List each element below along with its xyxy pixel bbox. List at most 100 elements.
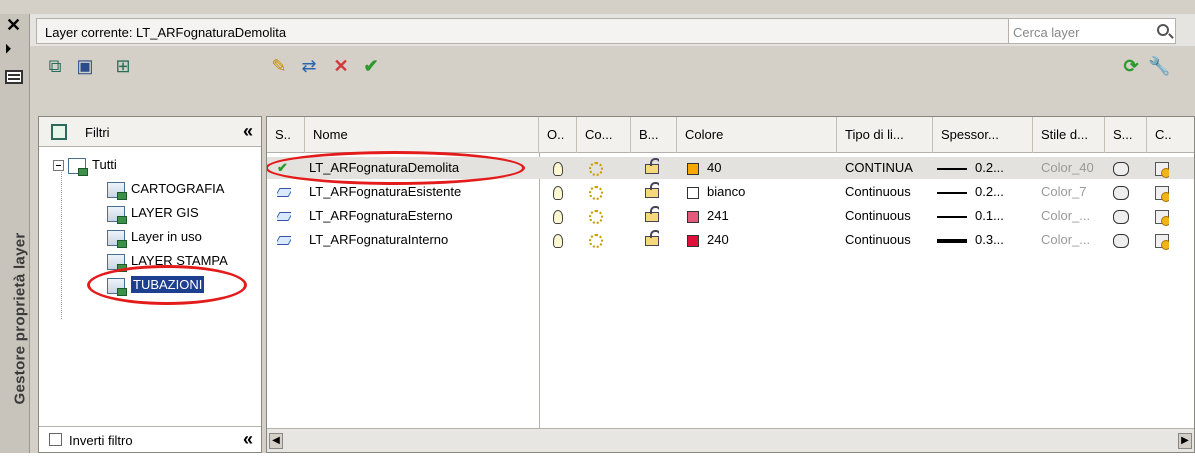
vp-freeze-icon[interactable] (1155, 233, 1169, 250)
tree-node-tutti[interactable]: Tutti (53, 155, 117, 176)
col-vp[interactable]: C.. (1147, 117, 1194, 153)
col-on[interactable]: O.. (539, 117, 577, 153)
autohide-icon[interactable]: ⏵ (5, 42, 11, 57)
palette-title: Gestore proprietà layer (11, 232, 29, 405)
new-group-filter-icon[interactable]: ▣ (74, 56, 96, 76)
color-swatch[interactable] (687, 162, 699, 175)
vp-freeze-icon[interactable] (1155, 161, 1169, 178)
refresh-icon[interactable]: ⟳ (1120, 56, 1142, 76)
filter-icon (51, 124, 67, 140)
on-bulb-icon[interactable] (553, 161, 563, 176)
plot-style: Color_... (1041, 208, 1091, 223)
new-vp-frozen-layer-icon[interactable]: ⇄ (298, 56, 320, 76)
invert-filter-checkbox[interactable] (49, 433, 62, 446)
layer-row[interactable]: LT_ARFognaturaEsistente bianco Continuou… (267, 181, 1194, 203)
printer-icon[interactable] (1113, 209, 1129, 224)
toolbar: ⧉ ▣ ⊞ ✎ ⇄ ✕ ✔ ⟳ 🔧 (30, 46, 1195, 86)
tree-node-tubazioni[interactable]: TUBAZIONI (107, 275, 205, 296)
horizontal-scrollbar[interactable]: ◀ ▶ (267, 428, 1194, 452)
settings-icon[interactable]: 🔧 (1148, 56, 1170, 76)
group-filter-icon (107, 181, 127, 200)
layer-name: LT_ARFognaturaDemolita (309, 160, 460, 175)
new-layer-icon[interactable]: ✎ (268, 56, 290, 76)
layer-status-icon (277, 236, 291, 246)
linetype[interactable]: Continuous (845, 229, 911, 251)
layers-list: S.. Nome O.. Co... B... Colore Tipo di l… (266, 116, 1195, 453)
col-name[interactable]: Nome (305, 117, 539, 153)
thaw-sun-icon[interactable] (589, 161, 603, 176)
tree-node-label: TUBAZIONI (131, 276, 205, 293)
col-status[interactable]: S.. (267, 117, 305, 153)
color-swatch[interactable] (687, 186, 699, 199)
layer-row[interactable]: LT_ARFognaturaInterno 240 Continuous 0.3… (267, 229, 1194, 251)
lineweight[interactable]: 0.1... (975, 208, 1004, 223)
new-property-filter-icon[interactable]: ⧉ (44, 56, 66, 76)
printer-icon[interactable] (1113, 233, 1129, 248)
col-freeze[interactable]: Co... (577, 117, 631, 153)
set-current-icon[interactable]: ✔ (360, 56, 382, 76)
unlock-icon[interactable] (645, 181, 659, 198)
scroll-right-icon[interactable]: ▶ (1178, 433, 1192, 449)
search-placeholder: Cerca layer (1013, 25, 1080, 40)
thaw-sun-icon[interactable] (589, 185, 603, 200)
linetype[interactable]: Continuous (845, 205, 911, 227)
printer-icon[interactable] (1113, 185, 1129, 200)
tree-node-layer-in-uso[interactable]: Layer in uso (107, 227, 202, 248)
collapse-expander-icon[interactable] (53, 160, 64, 172)
col-lineweight[interactable]: Spessor... (933, 117, 1033, 153)
tree-node-layer-stampa[interactable]: LAYER STAMPA (107, 251, 228, 272)
filters-title: Filtri (85, 125, 110, 140)
filters-pane: Filtri « Tutti CARTOGRAFIA LAYER GIS Lay… (38, 116, 262, 453)
col-plotstyle[interactable]: Stile d... (1033, 117, 1105, 153)
col-plot[interactable]: S... (1105, 117, 1147, 153)
thaw-sun-icon[interactable] (589, 209, 603, 224)
vp-freeze-icon[interactable] (1155, 185, 1169, 202)
tree-node-label: Tutti (92, 157, 117, 172)
properties-icon[interactable] (5, 70, 23, 84)
layer-status-icon (277, 188, 291, 198)
col-linetype[interactable]: Tipo di li... (837, 117, 933, 153)
tree-node-layer-gis[interactable]: LAYER GIS (107, 203, 199, 224)
linetype[interactable]: CONTINUA (845, 157, 913, 179)
on-bulb-icon[interactable] (553, 233, 563, 248)
on-bulb-icon[interactable] (553, 185, 563, 200)
close-icon[interactable]: ✕ (6, 16, 21, 34)
delete-layer-icon[interactable]: ✕ (330, 56, 352, 76)
layer-row[interactable]: ✔ LT_ARFognaturaDemolita 40 CONTINUA 0.2… (267, 157, 1194, 179)
unlock-icon[interactable] (645, 157, 659, 174)
plot-style: Color_... (1041, 232, 1091, 247)
thaw-sun-icon[interactable] (589, 233, 603, 248)
unlock-icon[interactable] (645, 229, 659, 246)
color-name: 241 (707, 208, 729, 223)
palette-title-strip: ✕ ⏵ Gestore proprietà layer (0, 14, 30, 453)
tree-node-cartografia[interactable]: CARTOGRAFIA (107, 179, 224, 200)
color-name: 240 (707, 232, 729, 247)
color-swatch[interactable] (687, 234, 699, 247)
unlock-icon[interactable] (645, 205, 659, 222)
color-name: 40 (707, 160, 722, 175)
linetype[interactable]: Continuous (845, 181, 911, 203)
col-color[interactable]: Colore (677, 117, 837, 153)
all-filter-icon (68, 157, 88, 176)
filters-header: Filtri « (39, 117, 261, 147)
filters-footer: Inverti filtro « (39, 426, 261, 452)
col-lock[interactable]: B... (631, 117, 677, 153)
scroll-left-icon[interactable]: ◀ (269, 433, 283, 449)
on-bulb-icon[interactable] (553, 209, 563, 224)
search-icon[interactable] (1157, 24, 1169, 36)
property-filter-icon (107, 229, 127, 248)
lineweight[interactable]: 0.2... (975, 160, 1004, 175)
plot-style: Color_40 (1041, 160, 1094, 175)
lineweight[interactable]: 0.2... (975, 184, 1004, 199)
collapse-filters-icon[interactable]: « (243, 121, 253, 142)
color-swatch[interactable] (687, 210, 699, 223)
search-layer-input[interactable]: Cerca layer (1008, 18, 1176, 44)
layer-name: LT_ARFognaturaEsistente (309, 184, 462, 199)
collapse-panel-icon[interactable]: « (243, 429, 253, 450)
layer-states-icon[interactable]: ⊞ (112, 56, 134, 76)
layer-row[interactable]: LT_ARFognaturaEsterno 241 Continuous 0.1… (267, 205, 1194, 227)
vp-freeze-icon[interactable] (1155, 209, 1169, 226)
lineweight[interactable]: 0.3... (975, 232, 1004, 247)
lineweight-sample (937, 215, 967, 218)
printer-icon[interactable] (1113, 161, 1129, 176)
